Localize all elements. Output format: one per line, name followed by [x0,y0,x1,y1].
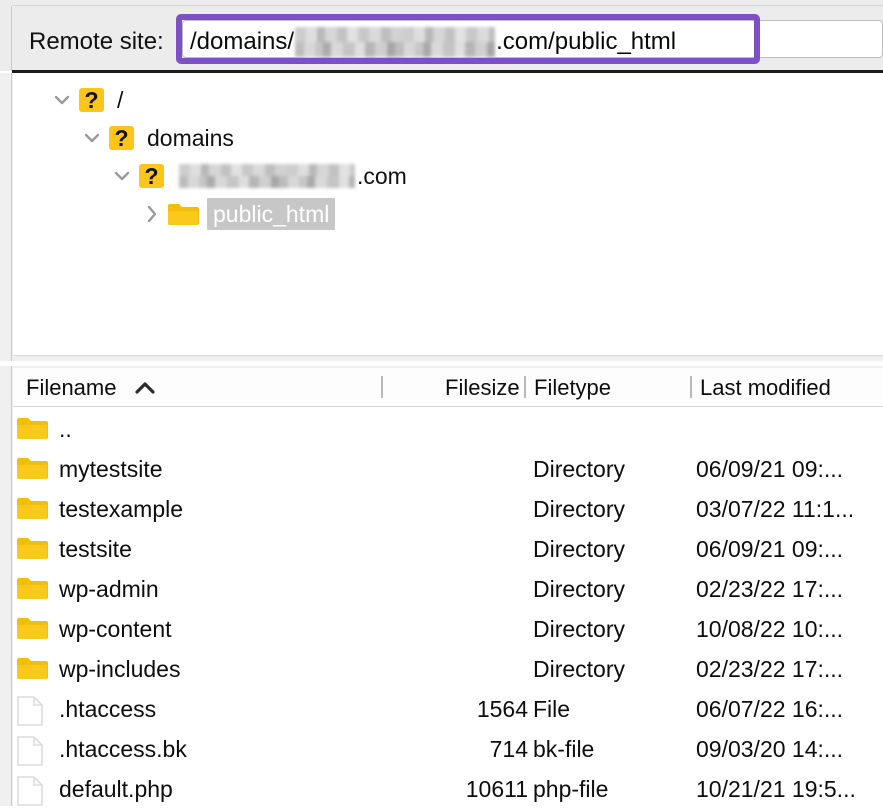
question-folder-icon: ? [77,85,107,115]
file-list-header: Filename Filesize Filetype Last modified [13,368,883,407]
tree-scroll-area[interactable]: ? / ? domains ? .com public_html [13,73,883,356]
tree-item-label: .com [177,163,407,189]
path-highlight-box [176,14,760,64]
cell-filename: .htaccess.bk [59,736,187,762]
cell-last-modified: 06/09/21 09:... [696,536,844,562]
cell-last-modified: 10/21/21 19:5... [696,776,856,802]
cell-last-modified: 10/08/22 10:... [696,616,844,642]
table-row[interactable]: wp-content Directory 10/08/22 10:... [13,609,883,649]
cell-filename: mytestsite [59,456,163,482]
cell-last-modified: 09/03/20 14:... [696,736,844,762]
table-row[interactable]: default.php 10611 php-file 10/21/21 19:5… [13,769,883,809]
sort-ascending-icon [133,376,157,402]
cell-filesize: 714 [489,736,528,762]
redacted-domain-tree [179,164,355,188]
column-header-filename[interactable]: Filename [26,375,157,402]
tree-item-domain[interactable]: ? .com [107,157,407,195]
cell-filesize: 10611 [465,776,528,802]
svg-text:?: ? [84,87,98,113]
folder-icon [16,496,48,527]
folder-icon [16,576,48,607]
column-header-filename-label: Filename [26,375,117,400]
column-header-filetype[interactable]: Filetype [534,375,611,401]
cell-filename: wp-includes [59,656,181,682]
file-list[interactable]: Filename Filesize Filetype Last modified… [13,368,883,806]
cell-filetype: Directory [533,656,626,682]
cell-filename: testsite [59,536,132,562]
cell-filename: wp-content [59,616,172,642]
column-separator-3[interactable] [690,376,692,398]
svg-text:?: ? [114,125,128,151]
folder-icon [16,456,48,487]
cell-filetype: File [533,696,571,722]
chevron-right-icon[interactable] [137,203,167,225]
question-folder-icon: ? [107,123,137,153]
cell-filetype: Directory [533,496,626,522]
cell-filetype: Directory [533,536,626,562]
chevron-down-icon[interactable] [77,127,107,149]
cell-filename: default.php [59,776,173,802]
tree-left-gutter-line [11,73,12,361]
remote-site-label: Remote site: [29,28,164,55]
cell-filetype: bk-file [533,736,595,762]
column-separator-2[interactable] [524,376,526,398]
table-row[interactable]: wp-includes Directory 02/23/22 17:... [13,649,883,689]
cell-last-modified: 02/23/22 17:... [696,576,844,602]
remote-site-header: Remote site: /domains/.com/public_html [0,0,883,73]
cell-last-modified: 02/23/22 17:... [696,656,844,682]
column-separator-1[interactable] [381,376,383,398]
chevron-down-icon[interactable] [47,89,77,111]
tree-item-root[interactable]: ? / [47,81,123,119]
svg-text:?: ? [144,163,158,189]
question-folder-icon: ? [137,161,167,191]
table-row[interactable]: testsite Directory 06/09/21 09:... [13,529,883,569]
folder-icon [16,656,48,687]
tree-item-label: public_html [207,198,336,230]
list-left-gutter-line [11,366,12,806]
remote-file-list-panel: Filename Filesize Filetype Last modified… [0,366,883,806]
folder-icon [16,616,48,647]
cell-last-modified: 06/09/21 09:... [696,456,844,482]
table-row[interactable]: .htaccess.bk 714 bk-file 09/03/20 14:... [13,729,883,769]
tree-item-public-html[interactable]: public_html [137,195,336,233]
cell-filetype: Directory [533,456,626,482]
table-row[interactable]: .. [13,409,883,449]
cell-filename: wp-admin [59,576,159,602]
table-row[interactable]: testexample Directory 03/07/22 11:1... [13,489,883,529]
header-left-gutter-line [11,6,12,71]
cell-filename: .htaccess [59,696,157,722]
tree-item-domains[interactable]: ? domains [77,119,234,157]
cell-filetype: php-file [533,776,609,802]
cell-filesize: 1564 [476,696,528,722]
folder-icon [16,536,48,567]
file-icon [16,736,44,771]
table-row[interactable]: wp-admin Directory 02/23/22 17:... [13,569,883,609]
folder-icon [167,202,199,227]
cell-last-modified: 06/07/22 16:... [696,696,844,722]
folder-icon [16,416,48,447]
tree-item-domain-suffix: .com [357,163,407,189]
tree-item-label: domains [147,125,234,151]
column-header-filesize[interactable]: Filesize [445,375,520,401]
cell-last-modified: 03/07/22 11:1... [696,496,855,522]
column-header-last-modified[interactable]: Last modified [700,375,831,401]
table-row[interactable]: .htaccess 1564 File 06/07/22 16:... [13,689,883,729]
chevron-down-icon[interactable] [107,165,137,187]
remote-directory-tree-panel: ? / ? domains ? .com public_html [0,73,883,361]
cell-filename: .. [59,416,72,442]
cell-filename: testexample [59,496,184,522]
file-icon [16,696,44,731]
tree-item-label: / [117,87,124,113]
header-top-divider [12,5,883,6]
table-row[interactable]: mytestsite Directory 06/09/21 09:... [13,449,883,489]
cell-filetype: Directory [533,576,626,602]
cell-filetype: Directory [533,616,626,642]
